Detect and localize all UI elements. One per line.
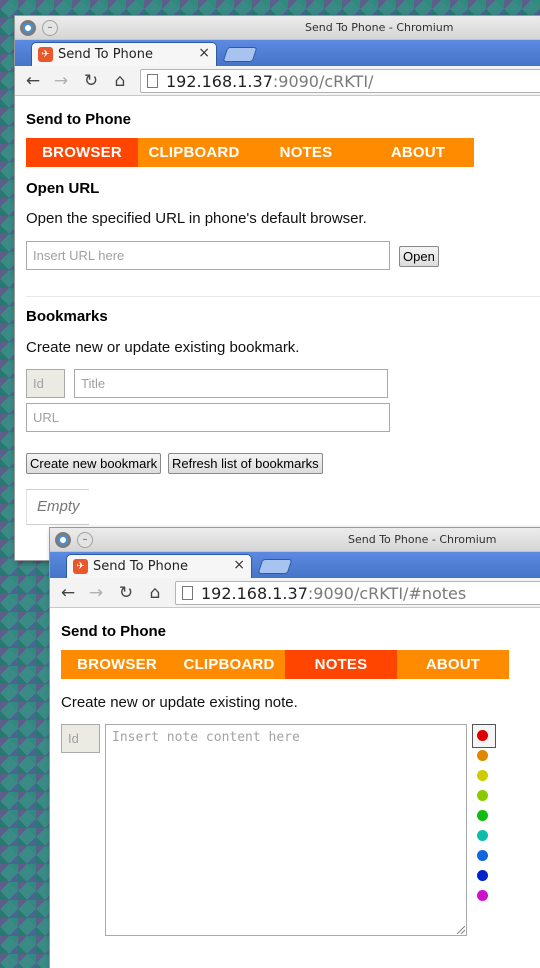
reload-icon[interactable]: ↻ [80,70,102,92]
note-id-field: Id [61,724,100,753]
color-option[interactable] [477,830,488,841]
url-host: 192.168.1.37 [201,584,308,603]
url-path: :9090/cRKTI/ [272,72,374,91]
browser-window-browser: – Send To Phone - Chromium ✈ Send To Pho… [15,16,540,560]
nav-clipboard[interactable]: CLIPBOARD [173,650,285,679]
page-icon [147,74,158,88]
resize-grip-icon[interactable] [457,926,465,934]
url-text: 192.168.1.37:9090/cRKTI/#notes [201,584,466,603]
address-bar[interactable]: 192.168.1.37:9090/cRKTI/#notes [175,581,540,605]
color-option[interactable] [477,790,488,801]
reload-icon[interactable]: ↻ [115,582,137,604]
url-host: 192.168.1.37 [166,72,273,91]
color-option[interactable] [477,750,488,761]
main-nav: BROWSER CLIPBOARD NOTES ABOUT [61,650,509,679]
window-title: Send To Phone - Chromium [305,21,454,34]
nav-browser[interactable]: BROWSER [61,650,173,679]
color-option[interactable] [477,770,488,781]
note-content-textarea[interactable]: Insert note content here [105,724,467,936]
bookmarks-description: Create new or update existing bookmark. [26,339,300,356]
tab-title: Send To Phone [58,47,153,62]
send-to-phone-favicon-icon: ✈ [38,47,53,62]
browser-window-notes: – Send To Phone - Chromium ✈ Send To Pho… [50,528,540,968]
create-bookmark-button[interactable]: Create new bookmark [26,453,162,474]
browser-toolbar: ← → ↻ ⌂ 192.168.1.37:9090/cRKTI/ [15,66,540,96]
bookmarks-list: Empty [26,489,89,525]
refresh-bookmarks-button[interactable]: Refresh list of bookmarks [168,453,323,474]
tab-close-icon[interactable]: × [233,557,245,573]
tab-title: Send To Phone [93,559,188,574]
open-url-heading: Open URL [26,180,100,197]
home-icon[interactable]: ⌂ [109,70,131,92]
new-tab-button[interactable] [222,47,258,62]
chromium-icon[interactable] [55,532,71,548]
forward-icon[interactable]: → [85,582,107,604]
nav-browser[interactable]: BROWSER [26,138,138,167]
note-content-placeholder: Insert note content here [112,730,300,745]
color-option[interactable] [477,890,488,901]
forward-icon[interactable]: → [50,70,72,92]
app-title: Send to Phone [26,111,131,128]
empty-list-text: Empty [37,498,80,515]
minimize-button[interactable]: – [42,20,58,36]
tab-strip: ✈ Send To Phone × [15,40,540,66]
color-option[interactable] [477,730,488,741]
bookmark-title-input[interactable]: Title [74,369,388,398]
back-icon[interactable]: ← [22,70,44,92]
bookmark-url-input[interactable]: URL [26,403,390,432]
open-url-description: Open the specified URL in phone's defaul… [26,210,367,227]
url-text: 192.168.1.37:9090/cRKTI/ [166,72,373,91]
section-divider [26,296,540,297]
title-bar[interactable]: – Send To Phone - Chromium [15,16,540,40]
minimize-button[interactable]: – [77,532,93,548]
title-bar[interactable]: – Send To Phone - Chromium [50,528,540,552]
browser-toolbar: ← → ↻ ⌂ 192.168.1.37:9090/cRKTI/#notes [50,578,540,608]
nav-clipboard[interactable]: CLIPBOARD [138,138,250,167]
window-title: Send To Phone - Chromium [348,533,497,546]
send-to-phone-favicon-icon: ✈ [73,559,88,574]
nav-notes[interactable]: NOTES [250,138,362,167]
browser-tab[interactable]: ✈ Send To Phone × [66,554,252,578]
url-path: :9090/cRKTI/#notes [307,584,467,603]
notes-description: Create new or update existing note. [61,694,298,711]
color-option[interactable] [477,850,488,861]
main-nav: BROWSER CLIPBOARD NOTES ABOUT [26,138,474,167]
bookmarks-heading: Bookmarks [26,308,108,325]
address-bar[interactable]: 192.168.1.37:9090/cRKTI/ [140,69,540,93]
home-icon[interactable]: ⌂ [144,582,166,604]
url-input[interactable]: Insert URL here [26,241,390,270]
chromium-icon[interactable] [20,20,36,36]
bookmark-id-field: Id [26,369,65,398]
nav-about[interactable]: ABOUT [362,138,474,167]
color-option[interactable] [477,870,488,881]
browser-tab[interactable]: ✈ Send To Phone × [31,42,217,66]
color-option[interactable] [477,810,488,821]
nav-notes[interactable]: NOTES [285,650,397,679]
open-button[interactable]: Open [399,246,439,267]
back-icon[interactable]: ← [57,582,79,604]
page-icon [182,586,193,600]
nav-about[interactable]: ABOUT [397,650,509,679]
new-tab-button[interactable] [257,559,293,574]
tab-strip: ✈ Send To Phone × [50,552,540,578]
tab-close-icon[interactable]: × [198,45,210,61]
app-title: Send to Phone [61,623,166,640]
